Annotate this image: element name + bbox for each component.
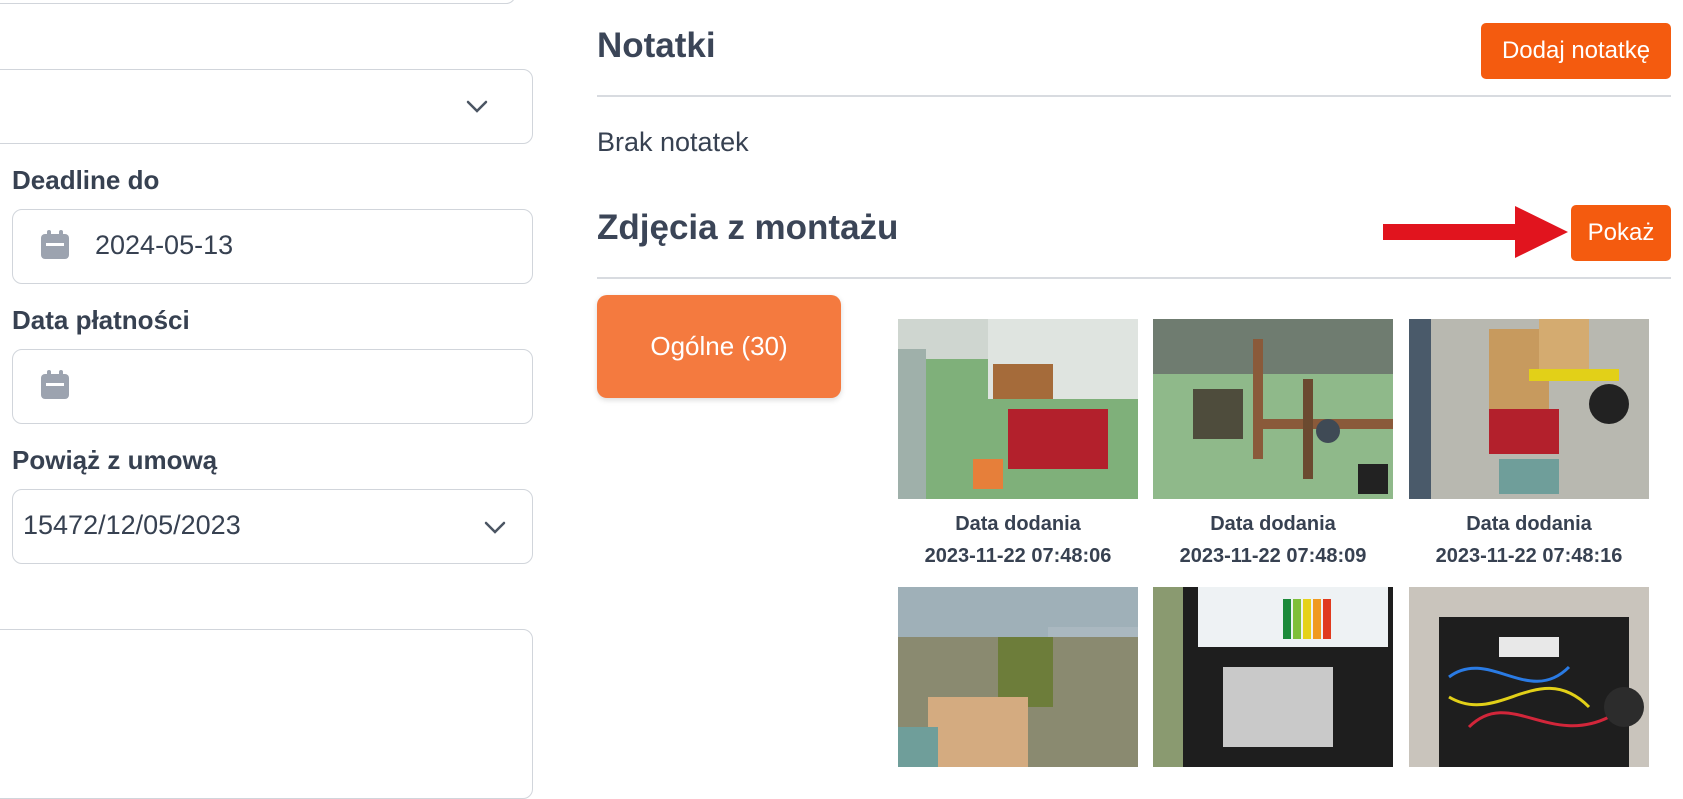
notes-textarea[interactable] — [0, 629, 533, 799]
red-arrow-icon — [1383, 206, 1568, 258]
contract-value: 15472/12/05/2023 — [23, 510, 241, 540]
calendar-icon — [41, 370, 69, 399]
photo-image — [1153, 587, 1393, 767]
photo-caption-date: 2023-11-22 07:48:09 — [1179, 545, 1367, 567]
photo-caption-label: Data dodania — [955, 513, 1081, 535]
photo-caption-date: 2023-11-22 07:48:16 — [1435, 545, 1623, 567]
photo-image — [898, 587, 1138, 767]
chevron-down-icon — [466, 100, 488, 113]
deadline-label: Deadline do — [12, 165, 160, 195]
deadline-value: 2024-05-13 — [95, 230, 234, 260]
notes-divider — [597, 95, 1671, 97]
photo-thumbnail[interactable] — [1153, 319, 1393, 499]
payment-date-label: Data płatności — [12, 305, 190, 335]
photo-image — [1409, 319, 1649, 499]
add-note-button[interactable]: Dodaj notatkę — [1481, 23, 1671, 79]
photo-image — [1153, 319, 1393, 499]
notes-empty-text: Brak notatek — [597, 127, 749, 157]
payment-date-input[interactable] — [12, 349, 533, 424]
select-field[interactable] — [0, 69, 533, 144]
notes-title: Notatki — [597, 26, 716, 65]
photo-caption-date: 2023-11-22 07:48:06 — [924, 545, 1112, 567]
photo-caption-label: Data dodania — [1210, 513, 1336, 535]
photo-image — [898, 319, 1138, 499]
photo-thumbnail[interactable] — [1153, 587, 1393, 767]
chevron-down-icon — [484, 521, 506, 534]
deadline-date-input[interactable]: 2024-05-13 — [12, 209, 533, 284]
top-field-edge[interactable] — [0, 0, 516, 4]
photo-thumbnail[interactable] — [1409, 319, 1649, 499]
contract-select[interactable]: 15472/12/05/2023 — [12, 489, 533, 564]
contract-label: Powiąż z umową — [12, 445, 218, 475]
photo-thumbnail[interactable] — [898, 587, 1138, 767]
photo-thumbnail[interactable] — [898, 319, 1138, 499]
category-tab-general[interactable]: Ogólne (30) — [597, 295, 841, 398]
calendar-icon — [41, 230, 69, 259]
photos-divider — [597, 277, 1671, 279]
photo-thumbnail[interactable] — [1409, 587, 1649, 767]
photo-caption-label: Data dodania — [1466, 513, 1592, 535]
photo-image — [1409, 587, 1649, 767]
show-photos-button[interactable]: Pokaż — [1571, 205, 1671, 261]
photos-title: Zdjęcia z montażu — [597, 208, 899, 247]
